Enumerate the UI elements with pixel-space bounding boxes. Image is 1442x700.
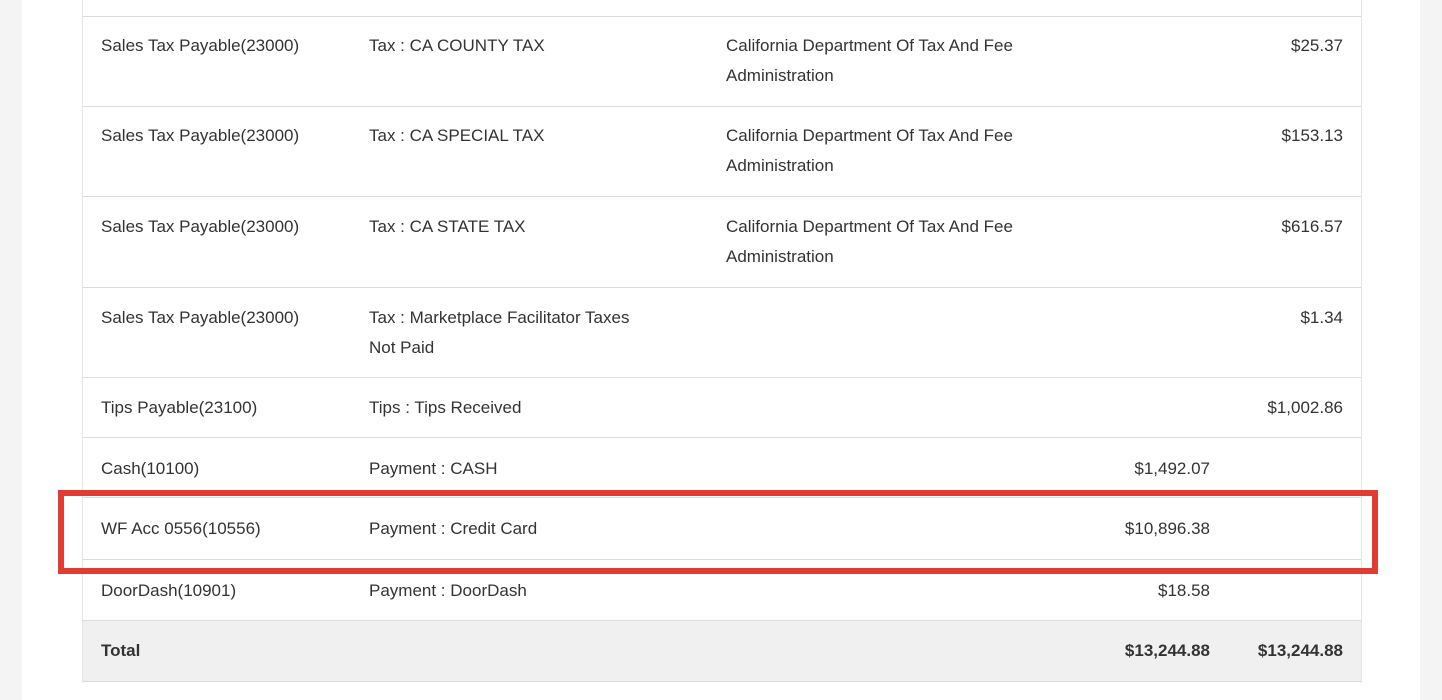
debit-cell: $10,896.38 [1124, 519, 1210, 538]
debit-cell: $1,492.07 [1134, 459, 1210, 478]
account-cell: Sales Tax Payable(23000) [101, 308, 300, 327]
table-row-highlighted: WF Acc 0556(10556) Payment : Credit Card… [83, 498, 1361, 560]
credit-cell: $25.37 [1291, 36, 1343, 55]
table-row: Cash(10100) Payment : CASH $1,492.07 [83, 438, 1361, 498]
account-cell: Tips Payable(23100) [101, 398, 258, 417]
total-credit: $13,244.88 [1257, 641, 1343, 660]
credit-cell: $153.13 [1281, 126, 1343, 145]
vendor-cell-line2: Administration [726, 247, 834, 266]
page: Sales Tax Payable(23000) Tax : CA COUNTY… [0, 0, 1442, 700]
account-cell: WF Acc 0556(10556) [101, 519, 261, 538]
credit-cell: $616.57 [1281, 217, 1343, 236]
table-row: DoorDash(10901) Payment : DoorDash $18.5… [83, 560, 1361, 621]
table-row: Sales Tax Payable(23000) Tax : Marketpla… [83, 288, 1361, 378]
total-row: Total $13,244.88 $13,244.88 [83, 621, 1361, 682]
right-gutter [1420, 0, 1442, 700]
credit-cell: $1,002.86 [1267, 398, 1343, 417]
vendor-cell-line1: California Department Of Tax And Fee [726, 36, 1013, 55]
description-cell: Tax : CA COUNTY TAX [369, 36, 545, 55]
table-row: Sales Tax Payable(23000) Tax : CA COUNTY… [83, 17, 1361, 107]
table-row: Tips Payable(23100) Tips : Tips Received… [83, 378, 1361, 438]
left-gutter [0, 0, 22, 700]
description-cell-line2: Not Paid [369, 338, 435, 357]
total-label: Total [101, 641, 141, 660]
table-row-partial [83, 0, 1361, 17]
account-cell: Sales Tax Payable(23000) [101, 126, 300, 145]
description-cell: Tax : CA SPECIAL TAX [369, 126, 545, 145]
description-cell-line1: Tax : Marketplace Facilitator Taxes [369, 308, 630, 327]
account-cell: Cash(10100) [101, 459, 200, 478]
description-cell: Payment : DoorDash [369, 581, 527, 600]
vendor-cell-line1: California Department Of Tax And Fee [726, 217, 1013, 236]
account-cell: Sales Tax Payable(23000) [101, 217, 300, 236]
debit-cell: $18.58 [1158, 581, 1210, 600]
description-cell: Tips : Tips Received [369, 398, 522, 417]
journal-entries-table: Sales Tax Payable(23000) Tax : CA COUNTY… [82, 0, 1362, 683]
table-row: Sales Tax Payable(23000) Tax : CA SPECIA… [83, 107, 1361, 197]
description-cell: Payment : CASH [369, 459, 498, 478]
account-cell: Sales Tax Payable(23000) [101, 36, 300, 55]
credit-cell: $1.34 [1300, 308, 1343, 327]
account-cell: DoorDash(10901) [101, 581, 237, 600]
table-row: Sales Tax Payable(23000) Tax : CA STATE … [83, 197, 1361, 288]
description-cell: Tax : CA STATE TAX [369, 217, 526, 236]
description-cell: Payment : Credit Card [369, 519, 538, 538]
vendor-cell-line2: Administration [726, 156, 834, 175]
vendor-cell-line1: California Department Of Tax And Fee [726, 126, 1013, 145]
total-debit: $13,244.88 [1124, 641, 1210, 660]
vendor-cell-line2: Administration [726, 66, 834, 85]
